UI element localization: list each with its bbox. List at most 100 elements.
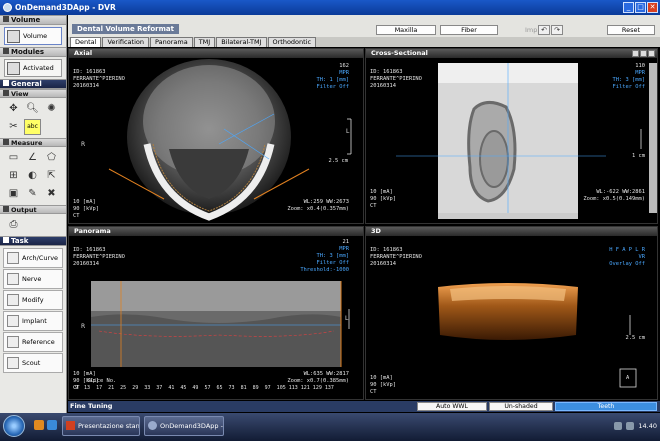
view-tools: ✥ 🔍︎ ✺ ✂ abc bbox=[0, 98, 66, 138]
close-button[interactable]: ✕ bbox=[647, 2, 658, 13]
system-tray: 14.40 bbox=[614, 416, 657, 436]
arrow-icon[interactable]: ⇱ bbox=[43, 168, 60, 184]
task-section-header[interactable]: Task bbox=[0, 236, 66, 246]
axial-patient-info: ID: 161863 FERRANTE^PIERINO 20160314 bbox=[73, 69, 125, 89]
modules-section-header[interactable]: Modules bbox=[0, 47, 66, 57]
panorama-viewport[interactable]: Panorama ID: 161863 FERRANTE^PIERINO 201… bbox=[68, 226, 364, 400]
task-reference[interactable]: Reference bbox=[3, 332, 63, 352]
task-arch-curve[interactable]: Arch/Curve bbox=[3, 248, 63, 268]
panorama-slice-label: Slice No. bbox=[87, 378, 117, 384]
delete-measure-icon[interactable]: ✖ bbox=[43, 186, 60, 202]
tab-tmj[interactable]: TMJ bbox=[193, 37, 216, 47]
3d-orientation-cube[interactable]: A bbox=[626, 375, 629, 382]
nerve-icon bbox=[7, 273, 19, 285]
left-panel: Volume Volume Modules Activated General … bbox=[0, 15, 67, 413]
scout-icon bbox=[7, 357, 19, 369]
reference-icon bbox=[7, 336, 19, 348]
axial-side-left-label: L bbox=[346, 128, 350, 135]
tab-dental[interactable]: Dental bbox=[70, 37, 102, 47]
cross-scale-label: 1 cm bbox=[632, 153, 645, 159]
teeth-preset-button[interactable]: Teeth bbox=[555, 402, 657, 411]
axial-side-right-label: R bbox=[81, 141, 86, 148]
roi-icon[interactable]: ▣ bbox=[5, 186, 22, 202]
zoom-icon[interactable]: 🔍︎ bbox=[24, 101, 41, 117]
app-logo-icon bbox=[3, 3, 12, 12]
task-implant[interactable]: Implant bbox=[3, 311, 63, 331]
cross-sectional-viewport[interactable]: Cross-Sectional ID: 161863 FERRANTE^PIER… bbox=[365, 48, 658, 224]
auto-wwl-button[interactable]: Auto WWL bbox=[417, 402, 487, 411]
axial-window-info: WL:259 WW:2673 Zoom: x0.4(0.357mm) bbox=[287, 199, 349, 212]
tab-bilateral-tmj[interactable]: Bilateral-TMJ bbox=[216, 37, 267, 47]
axial-mpr-info: MPR TH: 1 [mm] Filter Off bbox=[316, 70, 349, 90]
taskbar-item-ondemand[interactable]: OnDemand3DApp - ... bbox=[144, 416, 224, 436]
axial-viewport[interactable]: Axial ID: 161863 FERRANTE^PIERINO 201603… bbox=[68, 48, 364, 224]
maxilla-button[interactable]: Maxilla bbox=[376, 25, 436, 35]
tab-orthodontic[interactable]: Orthodontic bbox=[267, 37, 317, 47]
status-bar: Fine Tuning Auto WWL Un-shaded Teeth bbox=[68, 401, 660, 412]
windows-taskbar: Presentazione stan... OnDemand3DApp - ..… bbox=[0, 413, 660, 441]
quicklaunch-folder-icon[interactable] bbox=[34, 420, 44, 430]
task-scout[interactable]: Scout bbox=[3, 353, 63, 373]
maximize-button[interactable]: □ bbox=[635, 2, 646, 13]
profile-icon[interactable]: ⊞ bbox=[5, 168, 22, 184]
minimize-button[interactable]: _ bbox=[623, 2, 634, 13]
brightness-icon[interactable]: ✺ bbox=[43, 101, 60, 117]
measure-subheader[interactable]: Measure bbox=[0, 138, 66, 147]
quicklaunch-browser-icon[interactable] bbox=[47, 420, 57, 430]
cross-slice-number: 110 bbox=[635, 63, 645, 69]
volume-section-header[interactable]: Volume bbox=[0, 15, 66, 25]
move-icon[interactable]: ✥ bbox=[5, 101, 22, 117]
redo-icon[interactable]: ↷ bbox=[551, 25, 563, 35]
3d-viewport[interactable]: 3D ID: 161863 FERRANTE^PIERINO 20160314 … bbox=[365, 226, 658, 400]
cross-window-info: WL:-622 WW:2861 Zoom: x0.5(0.149mm) bbox=[583, 189, 645, 202]
fine-tuning-label[interactable]: Fine Tuning bbox=[70, 402, 112, 411]
cross-mpr-info: MPR TH: 3 [mm] Filter Off bbox=[612, 70, 645, 90]
scissors-icon[interactable]: ✂ bbox=[5, 119, 22, 135]
panorama-window-info: WL:635 WW:2817 Zoom: x0.7(0.385mm) bbox=[287, 371, 349, 384]
area-icon[interactable]: ⬠ bbox=[43, 150, 60, 166]
tab-panorama[interactable]: Panorama bbox=[150, 37, 193, 47]
panorama-slice-number: 21 bbox=[342, 239, 350, 245]
ondemand-icon bbox=[148, 421, 157, 430]
clock[interactable]: 14.40 bbox=[638, 417, 657, 435]
task-nerve[interactable]: Nerve bbox=[3, 269, 63, 289]
main-toolbar: Dental Volume Reformat Maxilla Fiber Imp… bbox=[68, 15, 660, 39]
powerpoint-icon bbox=[66, 421, 75, 430]
task-modify[interactable]: Modify bbox=[3, 290, 63, 310]
output-subheader[interactable]: Output bbox=[0, 205, 66, 214]
3d-scale-label: 2.5 cm bbox=[625, 335, 645, 341]
view-subheader[interactable]: View bbox=[0, 89, 66, 98]
panorama-mpr-info: MPR TH: 3 [mm] Filter Off Threshold:-100… bbox=[300, 246, 349, 273]
tab-verification[interactable]: Verification bbox=[102, 37, 149, 47]
panorama-slice-ticks: 9 13 17 21 25 29 33 37 41 45 49 57 65 73… bbox=[75, 385, 334, 391]
volume-tray-icon[interactable] bbox=[626, 422, 635, 430]
density-icon[interactable]: ◐ bbox=[24, 168, 41, 184]
axial-slice-number: 162 bbox=[339, 63, 349, 69]
undo-icon[interactable]: ↶ bbox=[538, 25, 550, 35]
ruler-icon[interactable]: ▭ bbox=[5, 150, 22, 166]
volume-icon bbox=[7, 29, 20, 43]
arch-curve-icon bbox=[7, 252, 19, 264]
pen-icon[interactable]: ✎ bbox=[24, 186, 41, 202]
network-icon[interactable] bbox=[614, 422, 623, 430]
print-icon[interactable]: ⎙ bbox=[5, 217, 22, 233]
abc-annotation-icon[interactable]: abc bbox=[24, 119, 41, 135]
taskbar-item-presentation[interactable]: Presentazione stan... bbox=[62, 416, 140, 436]
window-titlebar: OnDemand3DApp - DVR _ □ ✕ bbox=[0, 0, 660, 15]
modify-icon bbox=[7, 294, 19, 306]
volume-button[interactable]: Volume bbox=[4, 27, 62, 45]
start-button[interactable] bbox=[3, 415, 25, 437]
reset-button[interactable]: Reset bbox=[607, 25, 655, 35]
module-title: Dental Volume Reformat bbox=[72, 24, 179, 34]
window-title: OnDemand3DApp - DVR bbox=[15, 3, 116, 12]
angle-icon[interactable]: ∠ bbox=[24, 150, 41, 166]
fiber-button[interactable]: Fiber bbox=[440, 25, 498, 35]
output-tools: ⎙ bbox=[0, 214, 66, 236]
view-tabs: Dental Verification Panorama TMJ Bilater… bbox=[68, 37, 660, 47]
axial-scale-label: 2.5 cm bbox=[328, 158, 348, 164]
general-section-header[interactable]: General bbox=[0, 79, 66, 89]
activated-button[interactable]: Activated bbox=[4, 59, 62, 77]
panorama-side-right-label: R bbox=[81, 323, 86, 330]
unshaded-button[interactable]: Un-shaded bbox=[489, 402, 553, 411]
axial-acq-info: 10 [mA] 90 [kVp] CT bbox=[73, 199, 99, 219]
